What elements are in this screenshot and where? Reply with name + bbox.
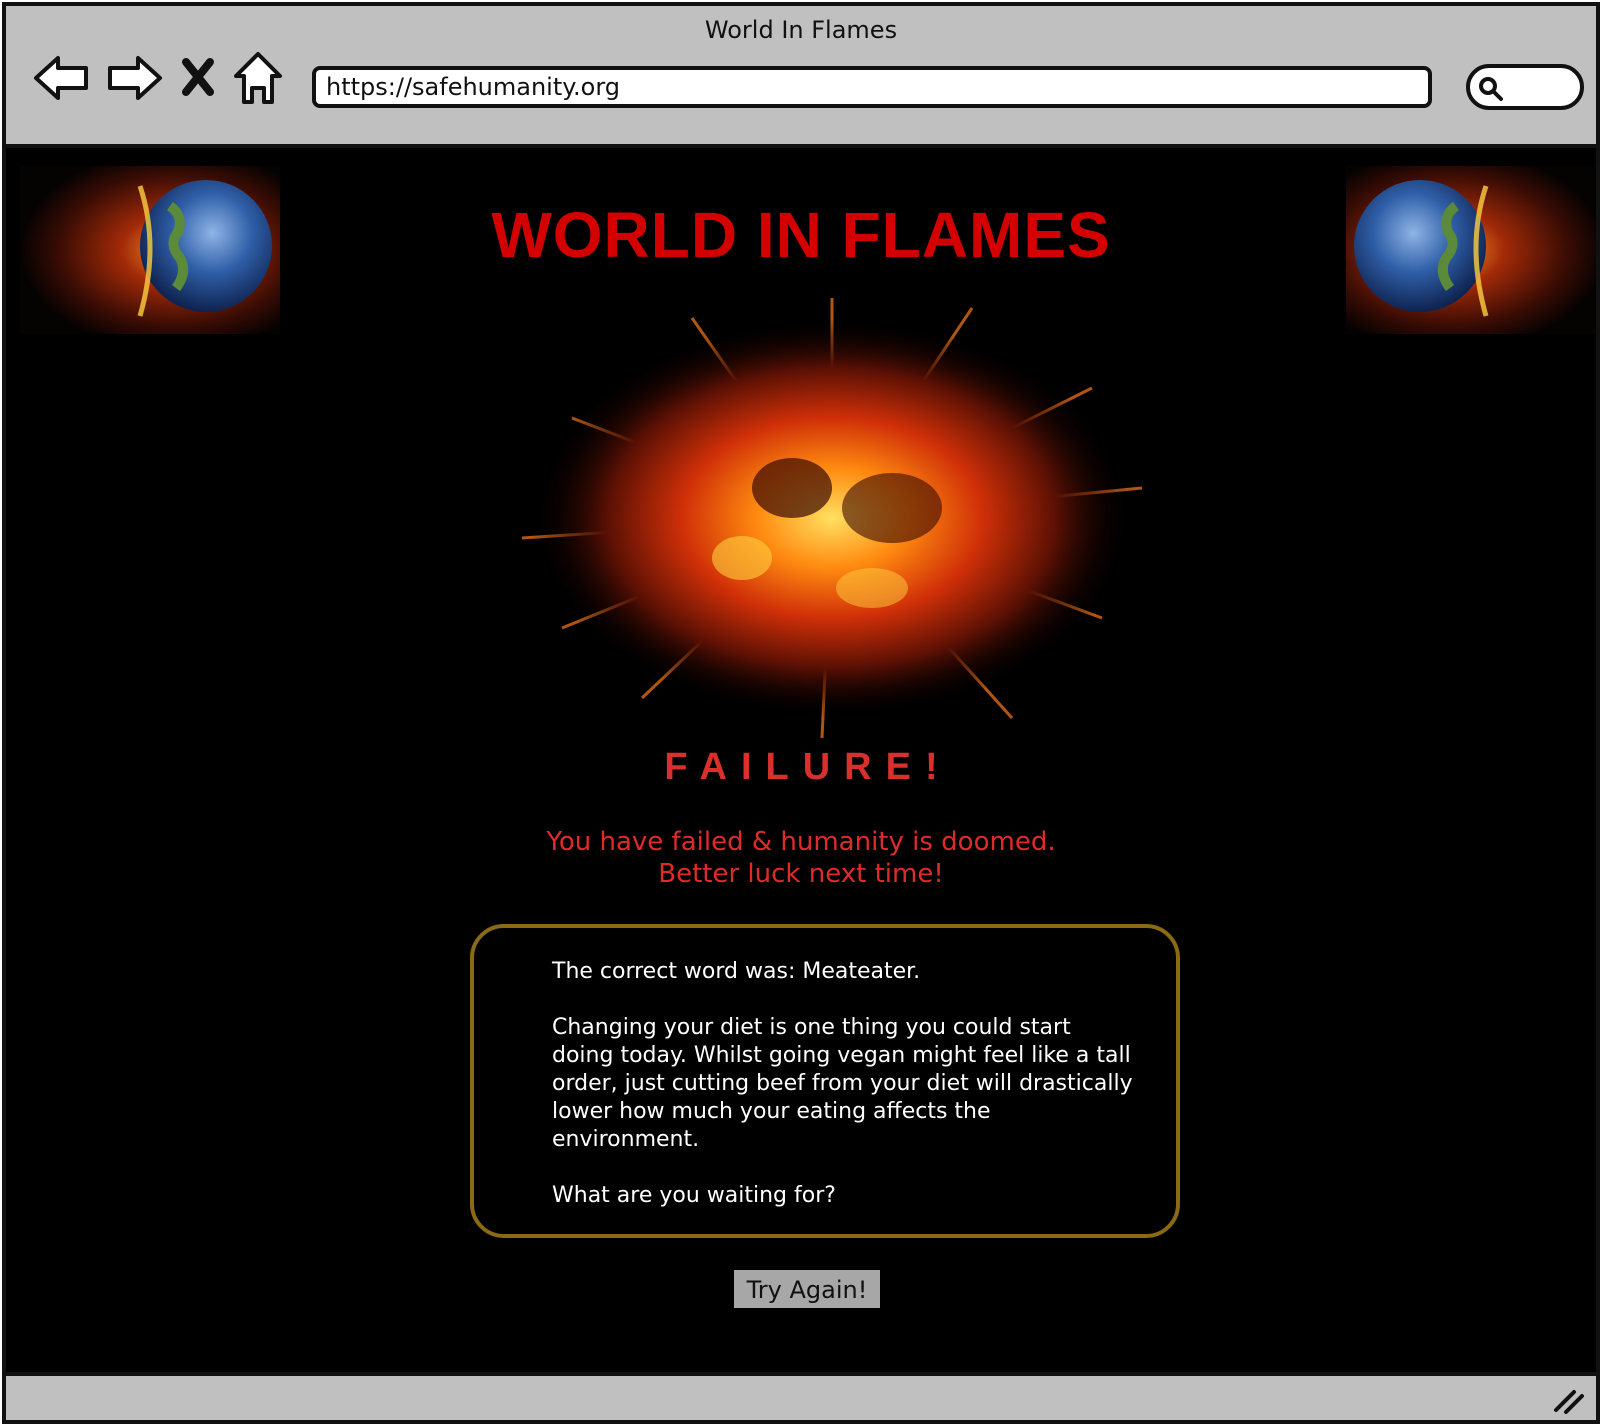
- browser-window: World In Flames https://safehumanity.org: [2, 2, 1600, 1424]
- window-title: World In Flames: [704, 16, 898, 44]
- failure-message-line1: You have failed & humanity is doomed.: [546, 827, 1056, 857]
- correct-word-text: The correct word was: Meateater.: [552, 959, 921, 984]
- browser-chrome: World In Flames https://safehumanity.org: [6, 6, 1596, 148]
- try-again-button[interactable]: Try Again!: [734, 1270, 880, 1308]
- failure-message: You have failed & humanity is doomed. Be…: [6, 826, 1596, 890]
- failure-title: FAILURE!: [664, 746, 952, 788]
- search-icon: [1479, 77, 1503, 101]
- advice-text: Changing your diet is one thing you coul…: [552, 1015, 1133, 1152]
- forward-arrow-icon[interactable]: [102, 48, 166, 108]
- explosion-image: [492, 298, 1172, 739]
- close-icon[interactable]: [176, 48, 220, 108]
- resize-grip-icon[interactable]: [1552, 1384, 1586, 1414]
- page-title: WORLD IN FLAMES: [491, 199, 1111, 271]
- status-bar: [6, 1372, 1596, 1420]
- info-panel: The correct word was: Meateater. Changin…: [470, 924, 1180, 1238]
- failure-message-line2: Better luck next time!: [658, 859, 944, 889]
- search-input[interactable]: [1466, 64, 1584, 110]
- address-bar[interactable]: https://safehumanity.org: [312, 66, 1432, 108]
- home-icon[interactable]: [232, 48, 284, 108]
- page-content: WORLD IN FLAMES FAILURE! You have failed…: [6, 148, 1596, 1382]
- back-arrow-icon[interactable]: [30, 48, 94, 108]
- closing-text: What are you waiting for?: [552, 1183, 836, 1208]
